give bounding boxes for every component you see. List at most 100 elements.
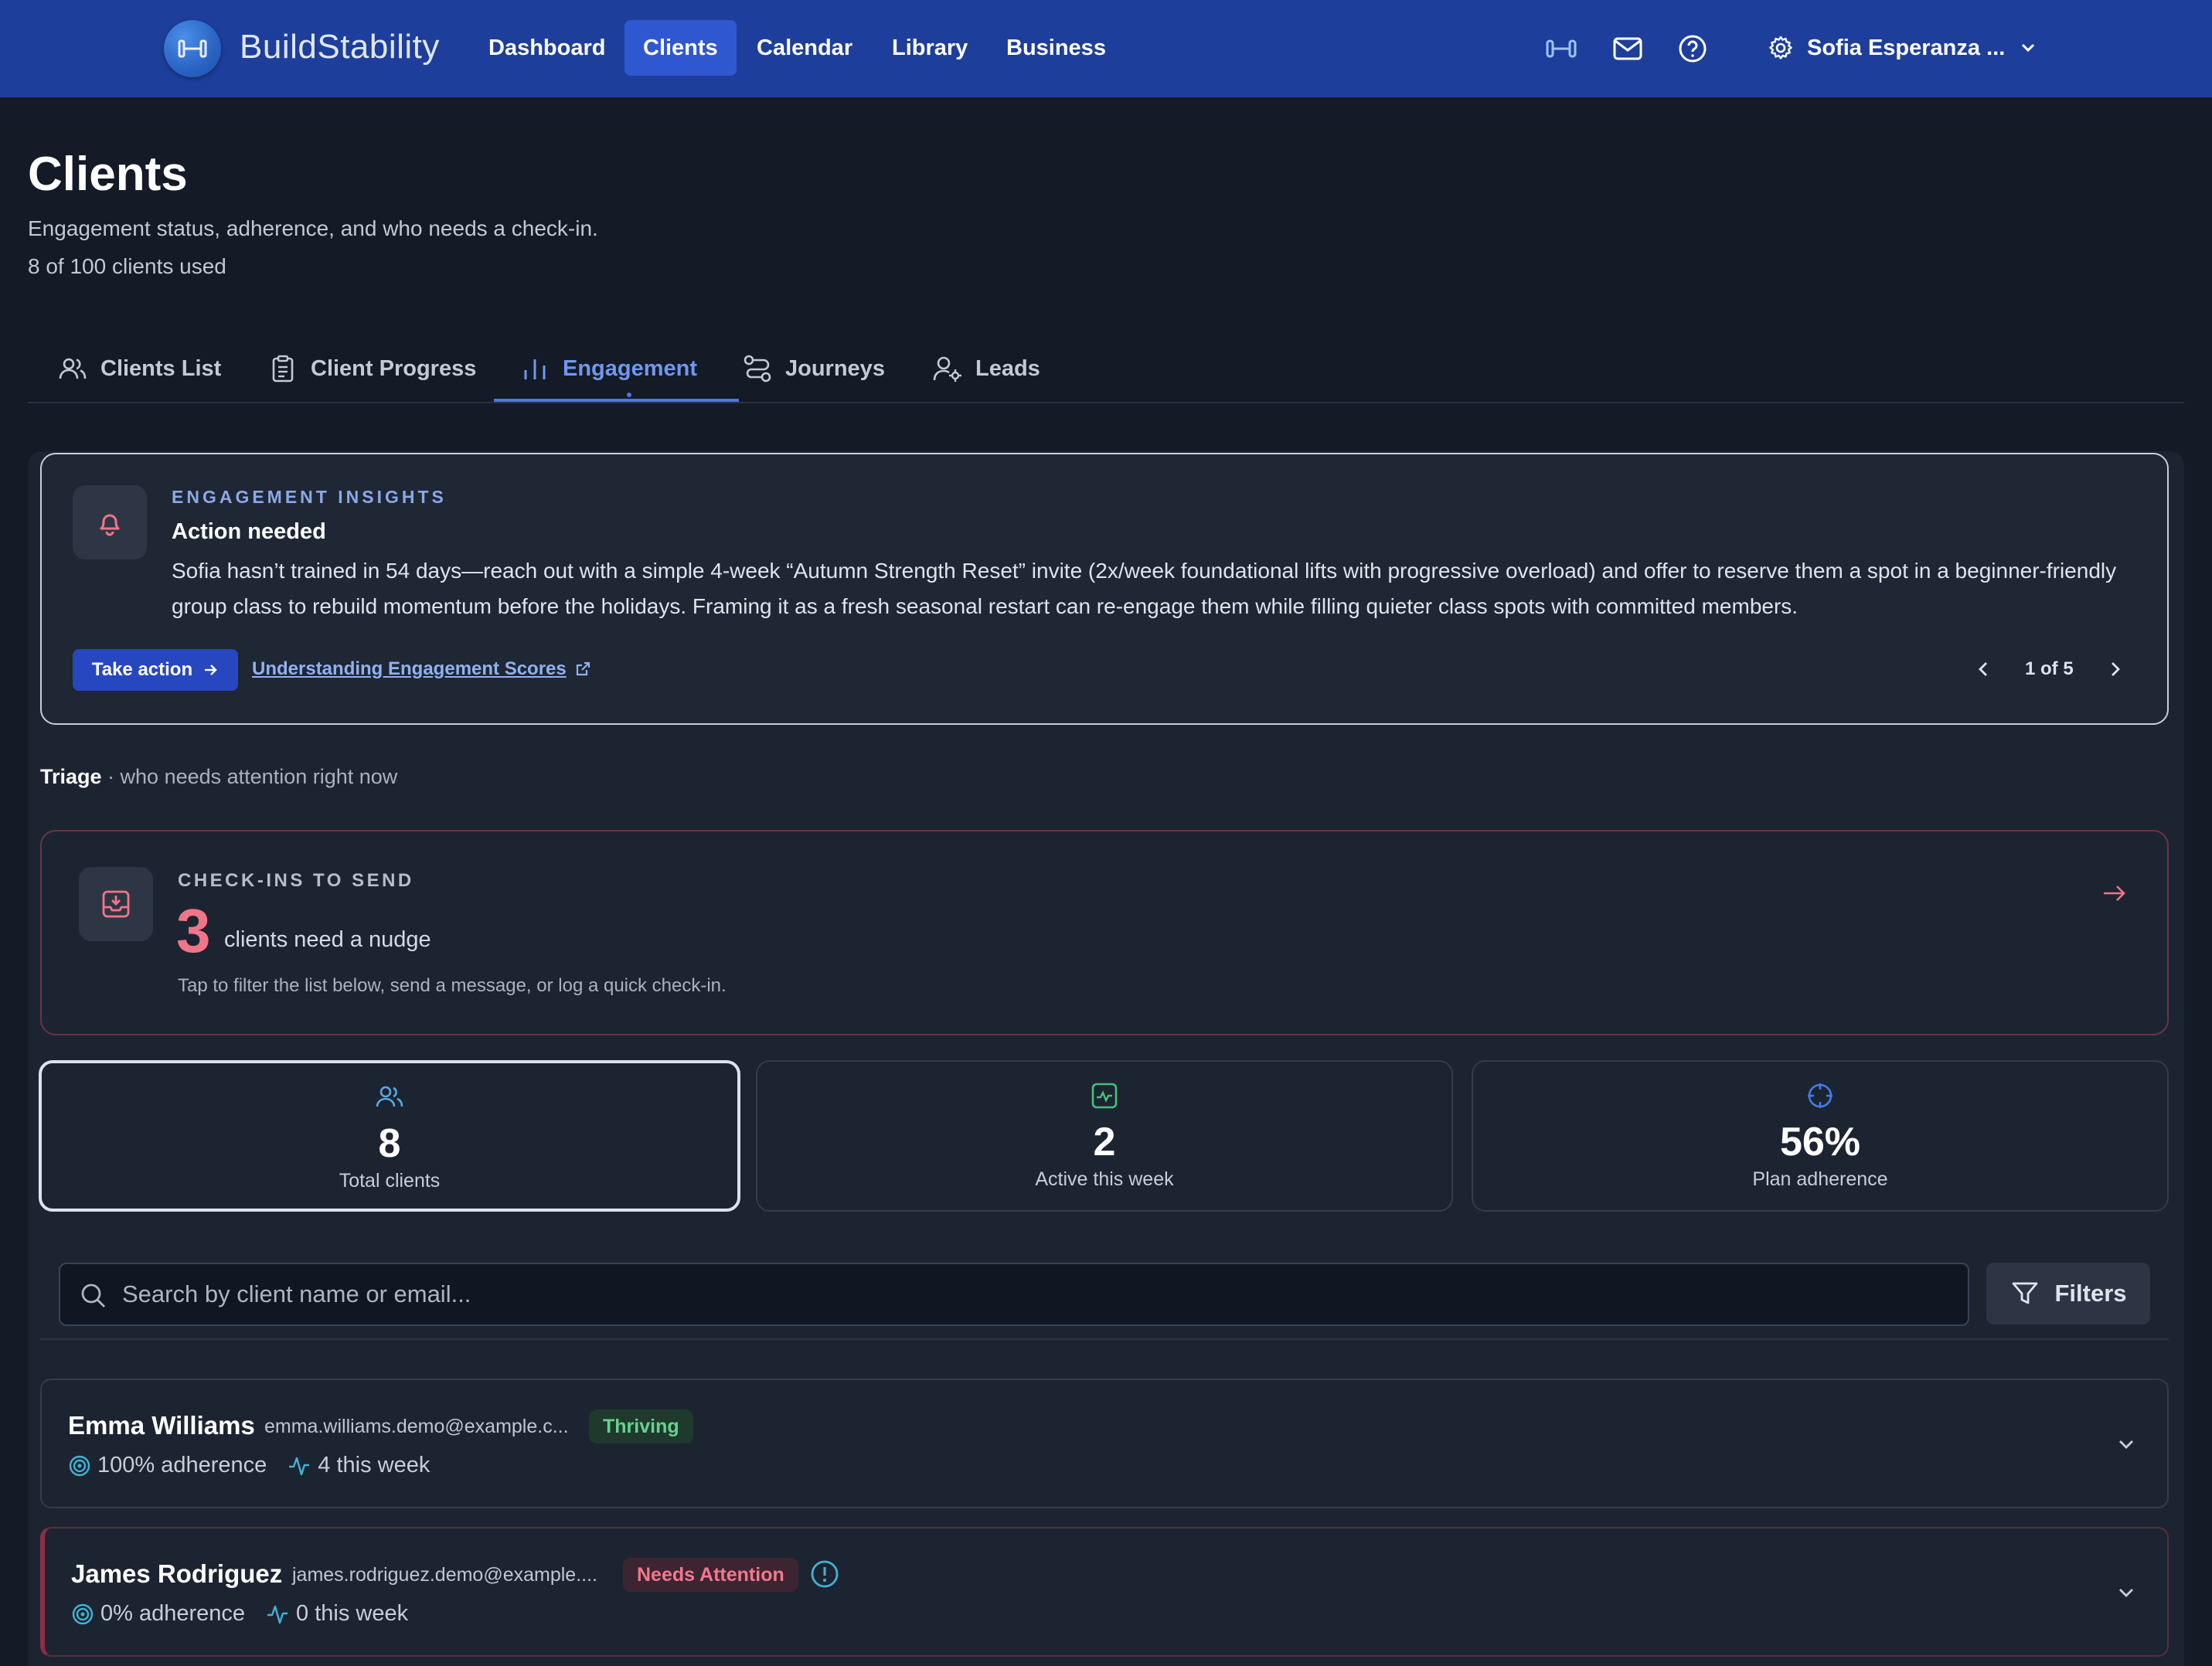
active-tab-indicator — [494, 399, 739, 402]
stat-active-this-week[interactable]: 2 Active this week — [756, 1060, 1453, 1212]
stat-label: Plan adherence — [1752, 1168, 1888, 1190]
insight-kicker: ENGAGEMENT INSIGHTS — [172, 487, 447, 507]
top-navbar: BuildStability Dashboard Clients Calenda… — [0, 0, 2212, 97]
stat-value: 2 — [1093, 1120, 1116, 1164]
arrow-right-icon[interactable] — [2098, 876, 2132, 910]
tab-label: Engagement — [563, 355, 698, 381]
filter-icon — [2013, 1282, 2038, 1304]
adherence-metric: 100% adherence 4 this week — [68, 1453, 430, 1478]
client-usage: 8 of 100 clients used — [28, 254, 226, 278]
client-name: Emma Williams — [68, 1411, 255, 1440]
target-icon — [72, 1603, 94, 1624]
tab-client-progress[interactable]: Client Progress — [267, 334, 476, 403]
bar-chart-icon — [524, 359, 546, 379]
engagement-scores-label: Understanding Engagement Scores — [252, 658, 567, 679]
tab-label: Clients List — [100, 355, 222, 381]
clipboard-icon — [272, 355, 294, 382]
checkins-label: clients need a nudge — [224, 927, 431, 952]
chevron-right-icon[interactable] — [2101, 656, 2128, 682]
filters-button[interactable]: Filters — [1986, 1263, 2150, 1324]
tab-engagement[interactable]: Engagement — [519, 334, 697, 403]
triage-sub: · who needs attention right now — [101, 765, 398, 788]
mail-icon[interactable] — [1611, 32, 1645, 66]
insight-body: Sofia hasn’t trained in 54 days—reach ou… — [172, 559, 2117, 618]
active-tab-dot — [627, 393, 631, 397]
client-email: emma.williams.demo@example.c... — [264, 1416, 569, 1437]
stat-total-clients[interactable]: 8 Total clients — [39, 1060, 740, 1212]
nav-dashboard[interactable]: Dashboard — [470, 20, 624, 76]
status-badge: Thriving — [589, 1409, 693, 1443]
chevron-down-icon[interactable] — [2113, 1431, 2139, 1457]
activity-icon — [267, 1605, 288, 1624]
insight-pager: 1 of 5 — [1971, 654, 2128, 685]
triage-heading: Triage · who needs attention right now — [40, 765, 397, 789]
page-title: Clients — [28, 148, 188, 201]
checkins-count: 3 — [176, 896, 211, 965]
take-action-button[interactable]: Take action — [73, 649, 238, 691]
filters-label: Filters — [2054, 1280, 2127, 1307]
page-subtitle: Engagement status, adherence, and who ne… — [28, 216, 598, 240]
users-icon — [59, 358, 87, 379]
nav-calendar[interactable]: Calendar — [738, 20, 871, 76]
status-badge: Needs Attention — [623, 1558, 798, 1592]
stat-label: Active this week — [1035, 1168, 1174, 1190]
client-row[interactable]: James Rodriguez james.rodriguez.demo@exa… — [40, 1527, 2169, 1657]
arrow-right-icon — [205, 665, 217, 675]
gear-icon — [1769, 36, 1792, 60]
activity-icon — [289, 1457, 310, 1475]
target-icon — [69, 1455, 90, 1476]
nav-business[interactable]: Business — [988, 20, 1125, 76]
help-circle-icon[interactable] — [1676, 32, 1710, 66]
stat-label: Total clients — [339, 1170, 441, 1192]
sessions-value: 4 this week — [318, 1453, 430, 1477]
chevron-down-icon[interactable] — [2113, 1579, 2139, 1606]
nav-library[interactable]: Library — [873, 20, 986, 76]
nav-clients[interactable]: Clients — [624, 20, 737, 76]
engagement-scores-link[interactable]: Understanding Engagement Scores — [252, 658, 591, 680]
checkins-help: Tap to filter the list below, send a mes… — [178, 975, 727, 996]
sessions-value: 0 this week — [296, 1601, 409, 1626]
user-menu[interactable]: Sofia Esperanza ... — [1767, 29, 2039, 66]
triage-label: Triage — [40, 765, 102, 788]
bell-icon — [100, 514, 120, 536]
insight-title: Action needed — [172, 519, 326, 544]
client-row[interactable]: Emma Williams emma.williams.demo@example… — [40, 1379, 2169, 1508]
stat-value: 8 — [378, 1121, 401, 1166]
adherence-metric: 0% adherence 0 this week — [71, 1601, 408, 1627]
client-name: James Rodriguez — [71, 1559, 283, 1588]
activity-square-icon — [1091, 1083, 1118, 1109]
alert-circle-icon[interactable] — [808, 1558, 841, 1590]
chevron-left-icon[interactable] — [1971, 656, 1997, 682]
stat-value: 56% — [1779, 1120, 1861, 1164]
route-icon — [744, 355, 771, 382]
brand-name[interactable]: BuildStability — [240, 28, 440, 66]
dumbbell-logo-icon — [178, 39, 207, 58]
inbox-download-icon — [102, 890, 130, 918]
crosshair-icon — [1808, 1083, 1833, 1108]
tab-label: Client Progress — [311, 355, 477, 381]
tab-bar: Clients List Client Progress Engagement … — [28, 334, 2184, 403]
search-icon — [81, 1284, 105, 1307]
client-search — [59, 1263, 1969, 1326]
dumbbell-icon[interactable] — [1544, 32, 1578, 66]
pager-count: 1 of 5 — [2025, 658, 2074, 679]
search-input[interactable] — [122, 1264, 1946, 1324]
adherence-value: 100% adherence — [97, 1453, 267, 1477]
users-icon — [376, 1086, 403, 1107]
user-cog-icon — [933, 356, 961, 382]
take-action-label: Take action — [91, 659, 193, 680]
checkins-icon-box — [79, 867, 153, 941]
user-name: Sofia Esperanza ... — [1807, 35, 2006, 60]
tab-leads[interactable]: Leads — [932, 334, 1040, 403]
insight-icon-box — [73, 485, 147, 559]
tab-clients-list[interactable]: Clients List — [57, 334, 221, 403]
client-email: james.rodriguez.demo@example.... — [292, 1564, 597, 1586]
chevron-down-icon — [2022, 43, 2035, 53]
tab-label: Journeys — [785, 355, 885, 381]
checkins-kicker: CHECK-INS TO SEND — [178, 870, 414, 891]
tab-journeys[interactable]: Journeys — [742, 334, 885, 403]
external-link-icon — [576, 661, 590, 676]
stat-plan-adherence[interactable]: 56% Plan adherence — [1472, 1060, 2169, 1212]
tab-label: Leads — [975, 355, 1040, 381]
brand-logo[interactable] — [164, 20, 221, 77]
